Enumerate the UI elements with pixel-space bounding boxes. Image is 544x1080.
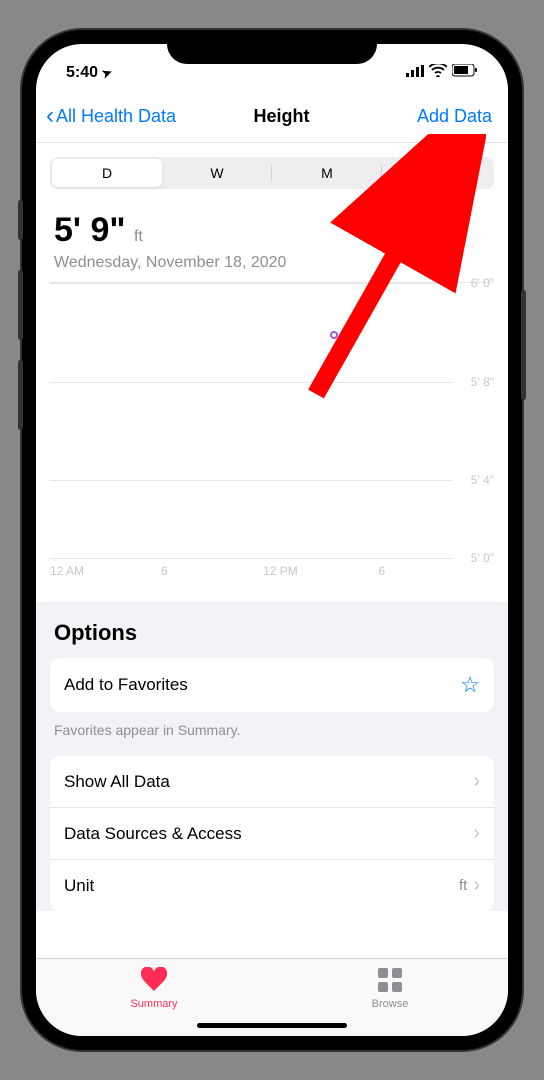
notch [167, 30, 377, 64]
time-range-segmented[interactable]: D W M Y [50, 157, 494, 189]
phone-frame: 5:40 ➤ ‹ All Health Data Height [22, 30, 522, 1050]
grid-icon [377, 967, 403, 996]
x-tick: 6 [161, 564, 168, 578]
battery-icon [452, 64, 478, 82]
segment-month[interactable]: M [272, 159, 382, 187]
options-heading: Options [50, 620, 494, 646]
chevron-left-icon: ‹ [46, 102, 54, 130]
height-chart[interactable]: 6' 0" 5' 8" 5' 4" 5' 0" 12 AM 6 12 PM 6 [50, 282, 494, 582]
data-sources-row[interactable]: Data Sources & Access › [50, 808, 494, 860]
cellular-icon [406, 64, 424, 82]
x-tick: 12 AM [50, 564, 84, 578]
y-tick: 6' 0" [471, 276, 494, 290]
location-icon: ➤ [100, 65, 114, 82]
add-to-favorites-row[interactable]: Add to Favorites ☆ [50, 658, 494, 712]
back-label: All Health Data [56, 106, 176, 127]
unit-value: ft [459, 877, 467, 894]
row-label: Show All Data [64, 772, 170, 792]
clock: 5:40 [66, 64, 98, 82]
star-icon: ☆ [460, 672, 480, 698]
chevron-right-icon: › [473, 770, 480, 793]
y-tick: 5' 8" [471, 375, 494, 389]
tab-label: Browse [372, 998, 409, 1010]
x-tick: 12 PM [263, 564, 298, 578]
options-section: Options Add to Favorites ☆ Favorites app… [36, 602, 508, 911]
data-point [330, 331, 338, 339]
reading-value: 5' 9" [54, 211, 125, 249]
tab-label: Summary [130, 998, 177, 1010]
row-label: Data Sources & Access [64, 824, 242, 844]
unit-row[interactable]: Unit ft › [50, 860, 494, 911]
y-tick: 5' 0" [471, 551, 494, 565]
segment-year[interactable]: Y [382, 159, 492, 187]
heart-icon [140, 967, 168, 996]
segment-day[interactable]: D [52, 159, 162, 187]
chevron-right-icon: › [473, 874, 480, 897]
add-data-button[interactable]: Add Data [417, 106, 492, 127]
back-button[interactable]: ‹ All Health Data [46, 102, 176, 130]
wifi-icon [429, 64, 447, 82]
reading-unit: ft [134, 228, 143, 245]
chevron-right-icon: › [473, 822, 480, 845]
reading-date: Wednesday, November 18, 2020 [54, 254, 490, 272]
show-all-data-row[interactable]: Show All Data › [50, 756, 494, 808]
page-title: Height [254, 106, 310, 127]
favorites-hint: Favorites appear in Summary. [50, 712, 494, 756]
favorites-label: Add to Favorites [64, 675, 188, 695]
home-indicator[interactable] [197, 1023, 347, 1028]
segment-week[interactable]: W [162, 159, 272, 187]
screen: 5:40 ➤ ‹ All Health Data Height [36, 44, 508, 1036]
y-tick: 5' 4" [471, 473, 494, 487]
row-label: Unit [64, 876, 94, 896]
x-tick: 6 [379, 564, 386, 578]
current-reading: 5' 9" ft Wednesday, November 18, 2020 [36, 199, 508, 276]
nav-bar: ‹ All Health Data Height Add Data [36, 92, 508, 143]
